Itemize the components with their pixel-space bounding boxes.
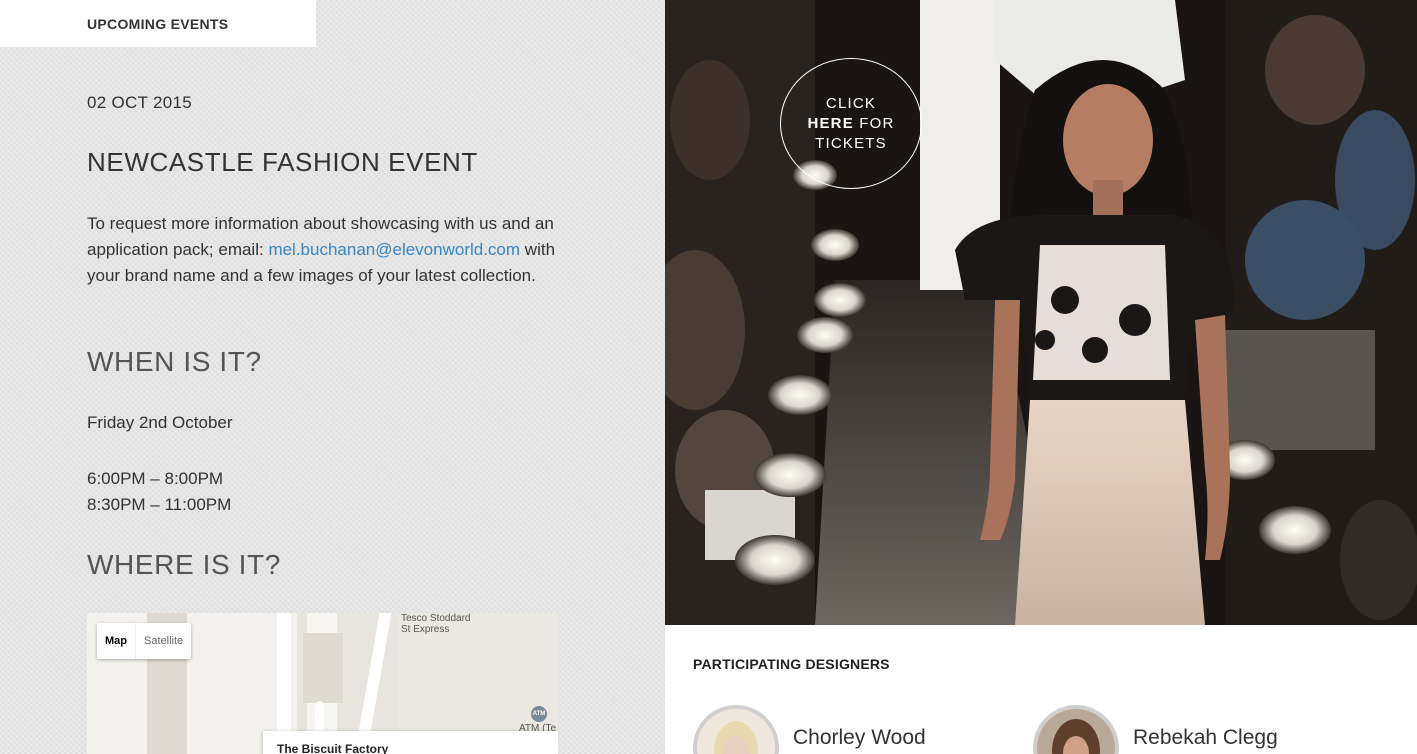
runway-illustration bbox=[665, 0, 1417, 625]
event-date: 02 OCT 2015 bbox=[87, 93, 193, 112]
designers-heading: PARTICIPATING DESIGNERS bbox=[693, 656, 890, 672]
map-road bbox=[358, 613, 392, 733]
designer-card[interactable]: Rebekah Clegg bbox=[1033, 705, 1278, 754]
event-details-panel: UPCOMING EVENTS 02 OCT 2015 NEWCASTLE FA… bbox=[0, 0, 665, 754]
designer-avatar[interactable] bbox=[1033, 705, 1119, 754]
designer-name[interactable]: Rebekah Clegg bbox=[1133, 726, 1278, 750]
participating-designers-section: PARTICIPATING DESIGNERS Chorley Wood Reb… bbox=[665, 625, 1417, 754]
hero-runway-image: CLICK HERE FOR TICKETS bbox=[665, 0, 1417, 625]
avatar-image bbox=[697, 709, 775, 754]
venue-name: The Biscuit Factory bbox=[277, 742, 389, 754]
event-title: NEWCASTLE FASHION EVENT bbox=[87, 147, 478, 177]
avatar-image bbox=[1037, 709, 1115, 754]
tickets-cta-button[interactable]: CLICK HERE FOR TICKETS bbox=[780, 58, 922, 189]
event-time-2: 8:30PM – 11:00PM bbox=[87, 495, 232, 514]
where-heading: WHERE IS IT? bbox=[87, 549, 281, 580]
location-map[interactable]: Map Satellite Tesco Stoddard St Express … bbox=[87, 613, 558, 754]
map-info-popup[interactable]: The Biscuit Factory bbox=[263, 731, 558, 754]
event-day: Friday 2nd October bbox=[87, 413, 233, 432]
designer-card[interactable]: Chorley Wood bbox=[693, 705, 926, 754]
email-link[interactable]: mel.buchanan@elevonworld.com bbox=[268, 240, 520, 259]
map-building bbox=[303, 633, 343, 703]
event-description: To request more information about showca… bbox=[87, 211, 567, 289]
designer-name[interactable]: Chorley Wood bbox=[793, 726, 926, 750]
map-type-toggle: Map Satellite bbox=[97, 623, 192, 659]
atm-icon[interactable]: ATM bbox=[531, 706, 547, 722]
poi-label[interactable]: Tesco Stoddard St Express bbox=[401, 613, 471, 635]
upcoming-events-tab[interactable]: UPCOMING EVENTS bbox=[0, 0, 316, 47]
map-view-button[interactable]: Map bbox=[97, 623, 135, 659]
event-time-1: 6:00PM – 8:00PM bbox=[87, 469, 224, 488]
when-heading: WHEN IS IT? bbox=[87, 346, 262, 377]
designer-avatar[interactable] bbox=[693, 705, 779, 754]
satellite-view-button[interactable]: Satellite bbox=[135, 623, 191, 659]
